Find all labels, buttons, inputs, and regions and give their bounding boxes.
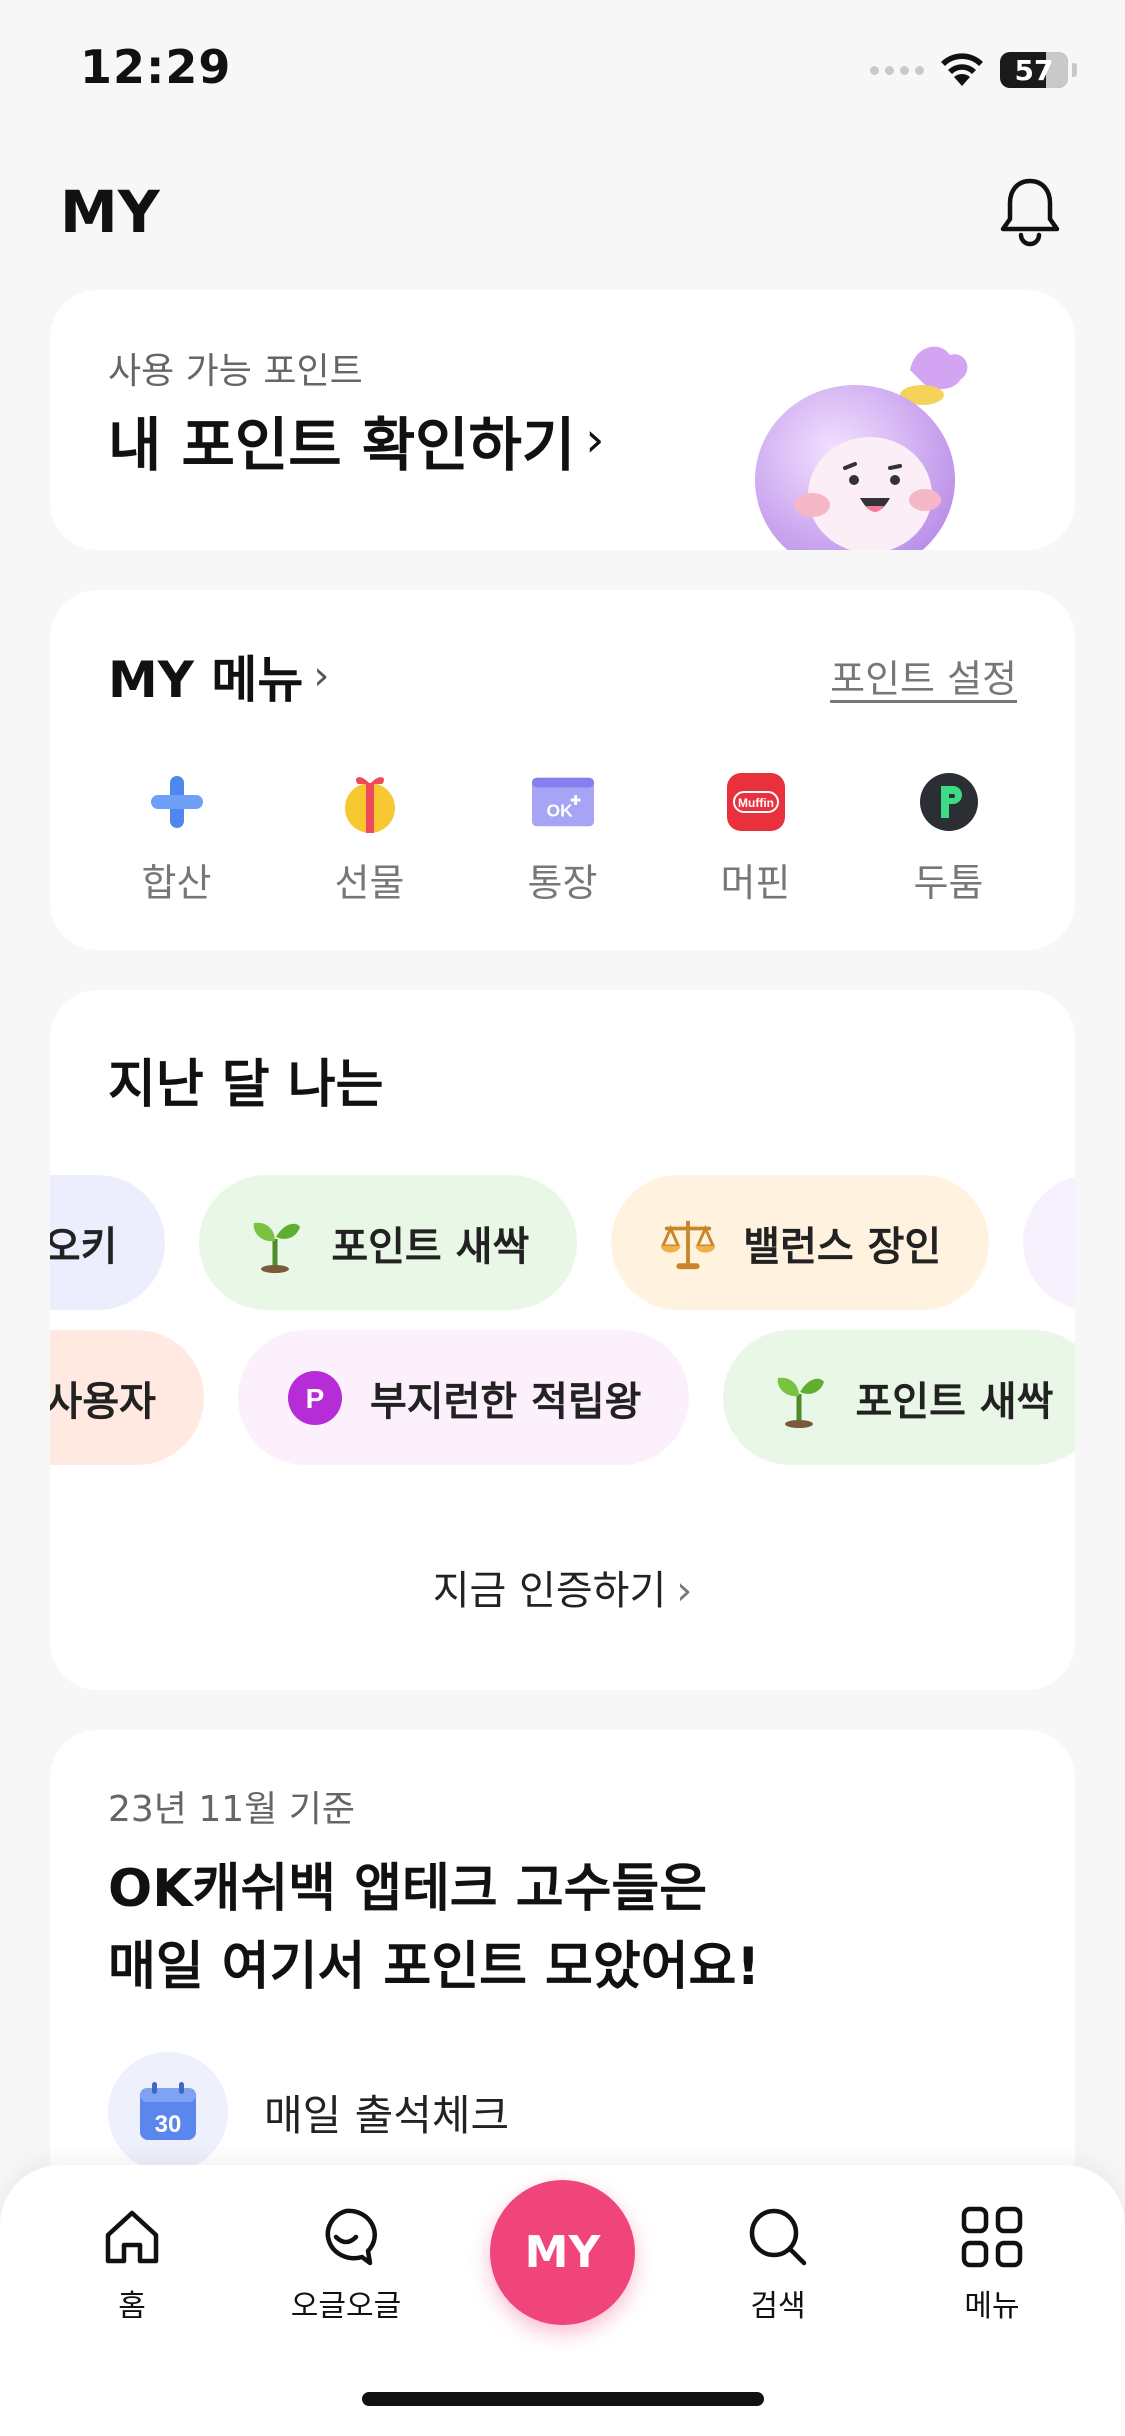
page-title: MY xyxy=(60,178,160,246)
daily-attendance-item[interactable]: 30 매일 출석체크 xyxy=(108,2052,509,2172)
tab-label: 메뉴 xyxy=(964,2289,1020,2324)
tab-label: 검색 xyxy=(750,2289,806,2324)
badge-label: 밸런스 장인 xyxy=(743,1223,942,1270)
badge-diligent-saver[interactable]: P 부지런한 적립왕 xyxy=(237,1330,690,1465)
tab-menu[interactable]: 메뉴 xyxy=(912,2205,1072,2325)
gift-icon xyxy=(338,770,402,834)
my-menu-title: MY 메뉴 xyxy=(108,651,304,709)
badge-label: 포인트 새싹 xyxy=(331,1223,530,1270)
badge-label: 컴 오키 xyxy=(50,1223,118,1270)
available-points-label: 사용 가능 포인트 xyxy=(108,351,363,392)
search-icon xyxy=(749,2208,807,2266)
badge-point-sprout[interactable]: 포인트 새싹 xyxy=(199,1175,578,1310)
tip-title-line1: OK캐쉬백 앱테크 고수들은 xyxy=(108,1859,708,1919)
chevron-right-icon: › xyxy=(585,412,605,468)
tip-title: OK캐쉬백 앱테크 고수들은 매일 여기서 포인트 모았어요! xyxy=(108,1850,760,2006)
cellular-signal-icon xyxy=(870,65,924,75)
menu-item-label: 두툼 xyxy=(913,861,984,905)
home-indicator xyxy=(362,2392,764,2406)
menu-item-label: 통장 xyxy=(527,861,598,905)
badge-row: 불꽃 사용자 P 부지런한 적립왕 포인트 새싹 xyxy=(50,1330,1075,1465)
menu-item-label: 합산 xyxy=(141,861,212,905)
badge-row: 컴 오키 포인트 새싹 xyxy=(50,1175,1075,1310)
mascot-illustration xyxy=(755,346,968,550)
menu-item-gift[interactable]: 선물 xyxy=(300,770,440,907)
tab-home[interactable]: 홈 xyxy=(52,2205,212,2325)
point-settings-link[interactable]: 포인트 설정 xyxy=(830,648,1017,703)
plus-icon xyxy=(145,770,209,834)
bell-icon[interactable] xyxy=(997,175,1063,247)
tab-label: 홈 xyxy=(118,2289,146,2324)
chevron-right-icon: › xyxy=(676,1568,693,1614)
my-menu-items: 합산 선물 OK 통장 Muffin 머핀 두툼 xyxy=(50,770,1075,907)
battery-tip xyxy=(1072,63,1077,77)
point-p-icon: P xyxy=(286,1369,344,1427)
menu-item-dootum[interactable]: 두툼 xyxy=(879,770,1019,907)
tab-search[interactable]: 검색 xyxy=(698,2205,858,2325)
dootum-icon xyxy=(917,770,981,834)
tab-my[interactable]: MY xyxy=(490,2180,635,2325)
sprout-icon xyxy=(771,1369,829,1428)
muffin-icon: Muffin xyxy=(724,770,788,834)
status-indicators: 57 xyxy=(870,48,1077,92)
last-month-title: 지난 달 나는 xyxy=(108,1055,384,1115)
ok-logo-text: OK xyxy=(546,801,573,821)
tab-label: 오글오글 xyxy=(290,2289,402,2324)
daily-attendance-label: 매일 출석체크 xyxy=(264,2090,510,2140)
tab-ogeul[interactable]: 오글오글 xyxy=(266,2205,426,2325)
certify-label: 지금 인증하기 xyxy=(432,1568,667,1614)
menu-item-combine[interactable]: 합산 xyxy=(107,770,247,907)
badge-label: 불꽃 사용자 xyxy=(50,1378,156,1425)
check-points-link[interactable]: 내 포인트 확인하기 › xyxy=(108,398,604,482)
menu-item-muffin[interactable]: Muffin 머핀 xyxy=(686,770,826,907)
points-card[interactable]: 사용 가능 포인트 내 포인트 확인하기 › xyxy=(50,290,1075,550)
my-menu-link[interactable]: MY 메뉴 › xyxy=(108,640,329,712)
muffin-logo-text: Muffin xyxy=(738,796,774,810)
status-bar: 12:29 57 xyxy=(0,0,1125,135)
battery-level: 57 xyxy=(1014,53,1054,87)
bankbook-icon: OK xyxy=(531,770,595,834)
tip-title-line2: 매일 여기서 포인트 모았어요! xyxy=(108,1937,761,1997)
sprout-icon xyxy=(247,1214,305,1273)
my-menu-card: MY 메뉴 › 포인트 설정 합산 선물 OK 통장 Muffin 머핀 두툼 xyxy=(50,590,1075,950)
badge-fire-user[interactable]: 불꽃 사용자 xyxy=(50,1330,204,1465)
scale-icon xyxy=(659,1214,717,1272)
wifi-icon xyxy=(941,53,983,86)
badge-label: 부지런한 적립왕 xyxy=(369,1378,642,1425)
certify-now-link[interactable]: 지금 인증하기 › xyxy=(50,1558,1075,1616)
badge-okki[interactable]: 컴 오키 xyxy=(50,1175,166,1310)
grid-menu-icon xyxy=(961,2206,1023,2268)
tip-date: 23년 11월 기준 xyxy=(108,1789,355,1830)
menu-item-bankbook[interactable]: OK 통장 xyxy=(493,770,633,907)
badge-label: 포인트 새싹 xyxy=(855,1378,1054,1425)
home-icon xyxy=(105,2210,159,2264)
badge-balance-master[interactable]: 밸런스 장인 xyxy=(611,1175,990,1310)
last-month-card: 지난 달 나는 컴 오키 포인트 새싹 xyxy=(50,990,1075,1690)
badge-partial[interactable] xyxy=(1023,1175,1075,1310)
calendar-icon: 30 xyxy=(108,2052,228,2172)
menu-item-label: 머핀 xyxy=(720,861,791,905)
p-letter: P xyxy=(306,1383,325,1414)
status-time: 12:29 xyxy=(80,40,232,94)
calendar-number: 30 xyxy=(155,2111,182,2138)
menu-item-label: 선물 xyxy=(334,861,405,905)
chat-bubble-icon xyxy=(325,2208,377,2266)
badge-point-sprout-2[interactable]: 포인트 새싹 xyxy=(723,1330,1075,1465)
battery-icon: 57 xyxy=(1000,52,1068,88)
check-points-label: 내 포인트 확인하기 xyxy=(108,411,576,479)
chevron-right-icon: › xyxy=(313,653,330,699)
